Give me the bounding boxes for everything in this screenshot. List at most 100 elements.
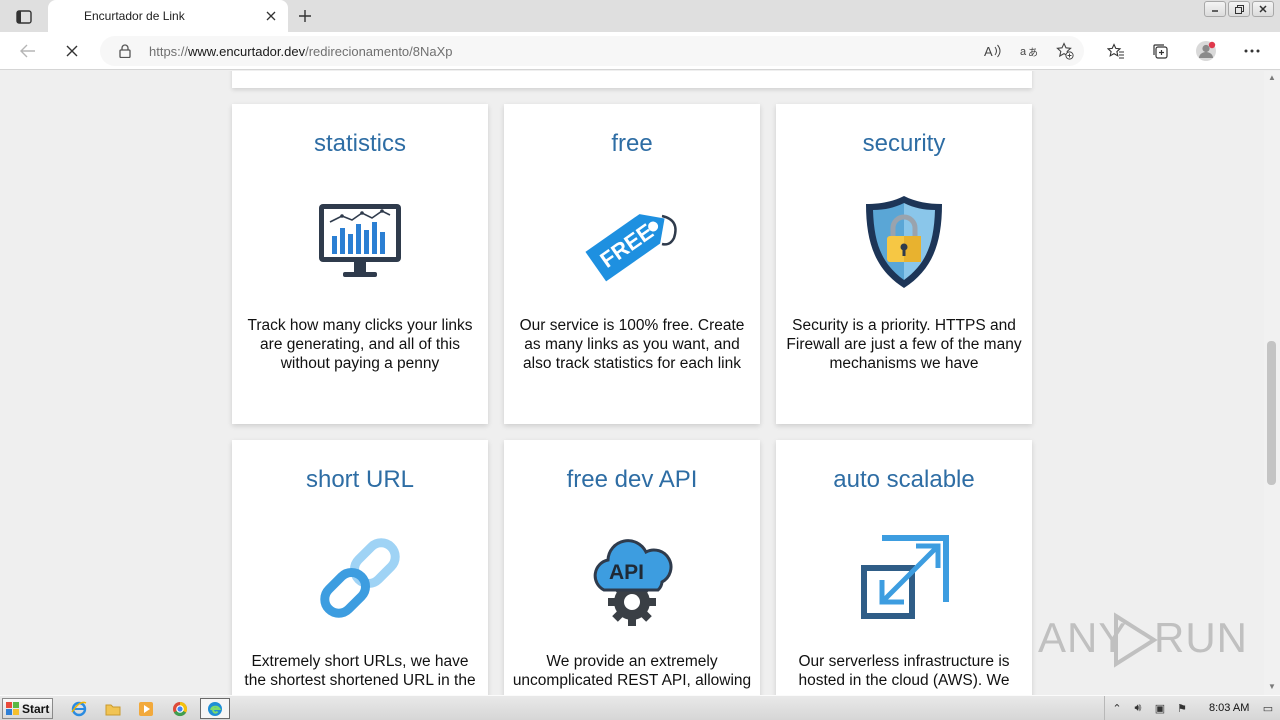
scroll-thumb[interactable] (1267, 341, 1276, 485)
more-button[interactable] (1238, 38, 1266, 64)
window-controls (1204, 1, 1274, 17)
profile-button[interactable] (1192, 38, 1220, 64)
favorites-button[interactable] (1102, 38, 1130, 64)
url-text[interactable]: https://www.encurtador.dev/redirecioname… (149, 44, 453, 59)
anyrun-watermark: ANY RUN (1038, 612, 1247, 668)
minimize-button[interactable] (1204, 1, 1226, 17)
media-player-icon (139, 701, 153, 716)
tab-strip: Encurtador de Link (0, 0, 1280, 32)
edge-icon (208, 701, 222, 716)
feature-card-short-url: short URL Extremely short URLs, we have … (232, 440, 488, 695)
watermark-right-text: RUN (1154, 614, 1248, 661)
feature-title: short URL (305, 466, 415, 493)
scroll-up-icon[interactable]: ▲ (1268, 74, 1276, 82)
feature-description: Our service is 100% free. Create as many… (519, 317, 745, 372)
stop-icon (66, 45, 78, 57)
site-info-button[interactable] (114, 40, 136, 62)
tab-actions-button[interactable] (10, 6, 38, 28)
close-window-icon (1259, 5, 1267, 13)
folder-icon (105, 704, 121, 715)
tab-title: Encurtador de Link (84, 9, 185, 23)
read-aloud-icon: A (984, 44, 1001, 58)
stop-button[interactable] (58, 38, 86, 64)
add-favorite-button[interactable] (1054, 40, 1076, 62)
tab-close-button[interactable] (262, 7, 280, 25)
feature-title: free (611, 130, 653, 157)
profile-icon (1196, 41, 1216, 61)
feature-title: security (862, 130, 946, 157)
taskbar-clock[interactable]: 8:03 AM (1209, 702, 1249, 714)
show-desktop-icon[interactable]: ▭ (1261, 701, 1275, 715)
feature-title: statistics (313, 130, 406, 157)
play-logo-icon (1114, 612, 1158, 668)
feature-title: free dev API (566, 466, 698, 493)
back-icon (20, 44, 35, 58)
svg-text:A: A (984, 44, 993, 58)
read-aloud-button[interactable]: A (982, 40, 1004, 62)
close-icon (266, 11, 276, 21)
start-button[interactable]: Start (2, 698, 53, 719)
feature-card-auto-scalable: auto scalable Our serverless infrastruct… (776, 440, 1032, 695)
feature-description: Security is a priority. HTTPS and Firewa… (786, 317, 1022, 372)
feature-card-security: security Security is a priority. HTTPS a… (776, 104, 1032, 424)
network-icon[interactable]: ▣ (1153, 701, 1167, 715)
feature-description: Our serverless infrastructure is hosted … (798, 653, 1010, 689)
more-icon (1244, 49, 1260, 53)
address-bar[interactable]: https://www.encurtador.dev/redirecioname… (100, 36, 1084, 66)
favorites-icon (1107, 43, 1124, 59)
taskbar-ie[interactable] (66, 698, 92, 719)
free-tag-icon: FREE (582, 192, 682, 292)
feature-card-statistics: statistics Track how many clicks your li… (232, 104, 488, 424)
shield-lock-icon (854, 192, 954, 292)
new-tab-button[interactable] (292, 5, 318, 27)
feature-card-free: free FREE Our service is 100% free. Crea… (504, 104, 760, 424)
previous-section-card (232, 71, 1032, 88)
system-tray: ⌃ 🔊︎ ▣ ⚑ 8:03 AM ▭ (1104, 696, 1280, 720)
volume-icon[interactable]: 🔊︎ (1131, 701, 1145, 715)
monitor-chart-icon (310, 192, 410, 292)
add-favorite-icon (1056, 42, 1074, 60)
collections-button[interactable] (1146, 38, 1174, 64)
plus-icon (299, 10, 311, 22)
url-host: www.encurtador.dev (188, 44, 306, 59)
lock-icon (119, 44, 131, 58)
scroll-down-icon[interactable]: ▼ (1268, 683, 1276, 691)
internet-explorer-icon (71, 701, 87, 716)
start-label: Start (22, 701, 50, 716)
api-badge-text: API (609, 561, 644, 584)
page-viewport: statistics Track how many clicks your li… (0, 71, 1264, 695)
tab-actions-icon (16, 10, 32, 24)
url-path: /redirecionamento/8NaXp (305, 44, 453, 59)
taskbar-edge[interactable] (200, 698, 230, 719)
chain-link-icon (310, 528, 410, 628)
feature-card-free-dev-api: free dev API API We provide an extremely… (504, 440, 760, 695)
restore-icon (1234, 4, 1244, 14)
taskbar-chrome[interactable] (167, 698, 193, 719)
active-tab[interactable]: Encurtador de Link (48, 0, 288, 32)
cloud-api-icon: API (582, 528, 682, 628)
page-scrollbar[interactable]: ▲ ▼ (1264, 71, 1280, 695)
feature-description: Extremely short URLs, we have the shorte… (244, 653, 476, 689)
browser-toolbar: https://www.encurtador.dev/redirecioname… (0, 32, 1280, 70)
action-center-flag-icon[interactable]: ⚑ (1175, 701, 1189, 715)
taskbar-explorer[interactable] (100, 698, 126, 719)
tray-expand-icon[interactable]: ⌃ (1110, 701, 1124, 715)
minimize-icon (1212, 10, 1218, 12)
svg-text:a: a (1020, 46, 1027, 58)
taskbar-media-player[interactable] (133, 698, 159, 719)
url-prefix: https:// (149, 44, 189, 59)
back-button[interactable] (14, 38, 42, 64)
svg-text:あ: あ (1028, 47, 1038, 58)
taskbar: Start ⌃ 🔊︎ ▣ ⚑ 8:03 AM ▭ (0, 695, 1280, 720)
windows-logo-icon (6, 701, 19, 715)
collections-icon (1153, 44, 1168, 59)
translate-button[interactable]: aあ (1018, 40, 1040, 62)
translate-icon: aあ (1020, 46, 1038, 58)
chrome-icon (173, 701, 188, 716)
close-window-button[interactable] (1252, 1, 1274, 17)
feature-description: Track how many clicks your links are gen… (247, 317, 473, 372)
expand-arrows-icon (854, 528, 954, 628)
feature-description: We provide an extremely uncomplicated RE… (512, 653, 752, 689)
feature-title: auto scalable (833, 466, 975, 493)
restore-button[interactable] (1228, 1, 1250, 17)
